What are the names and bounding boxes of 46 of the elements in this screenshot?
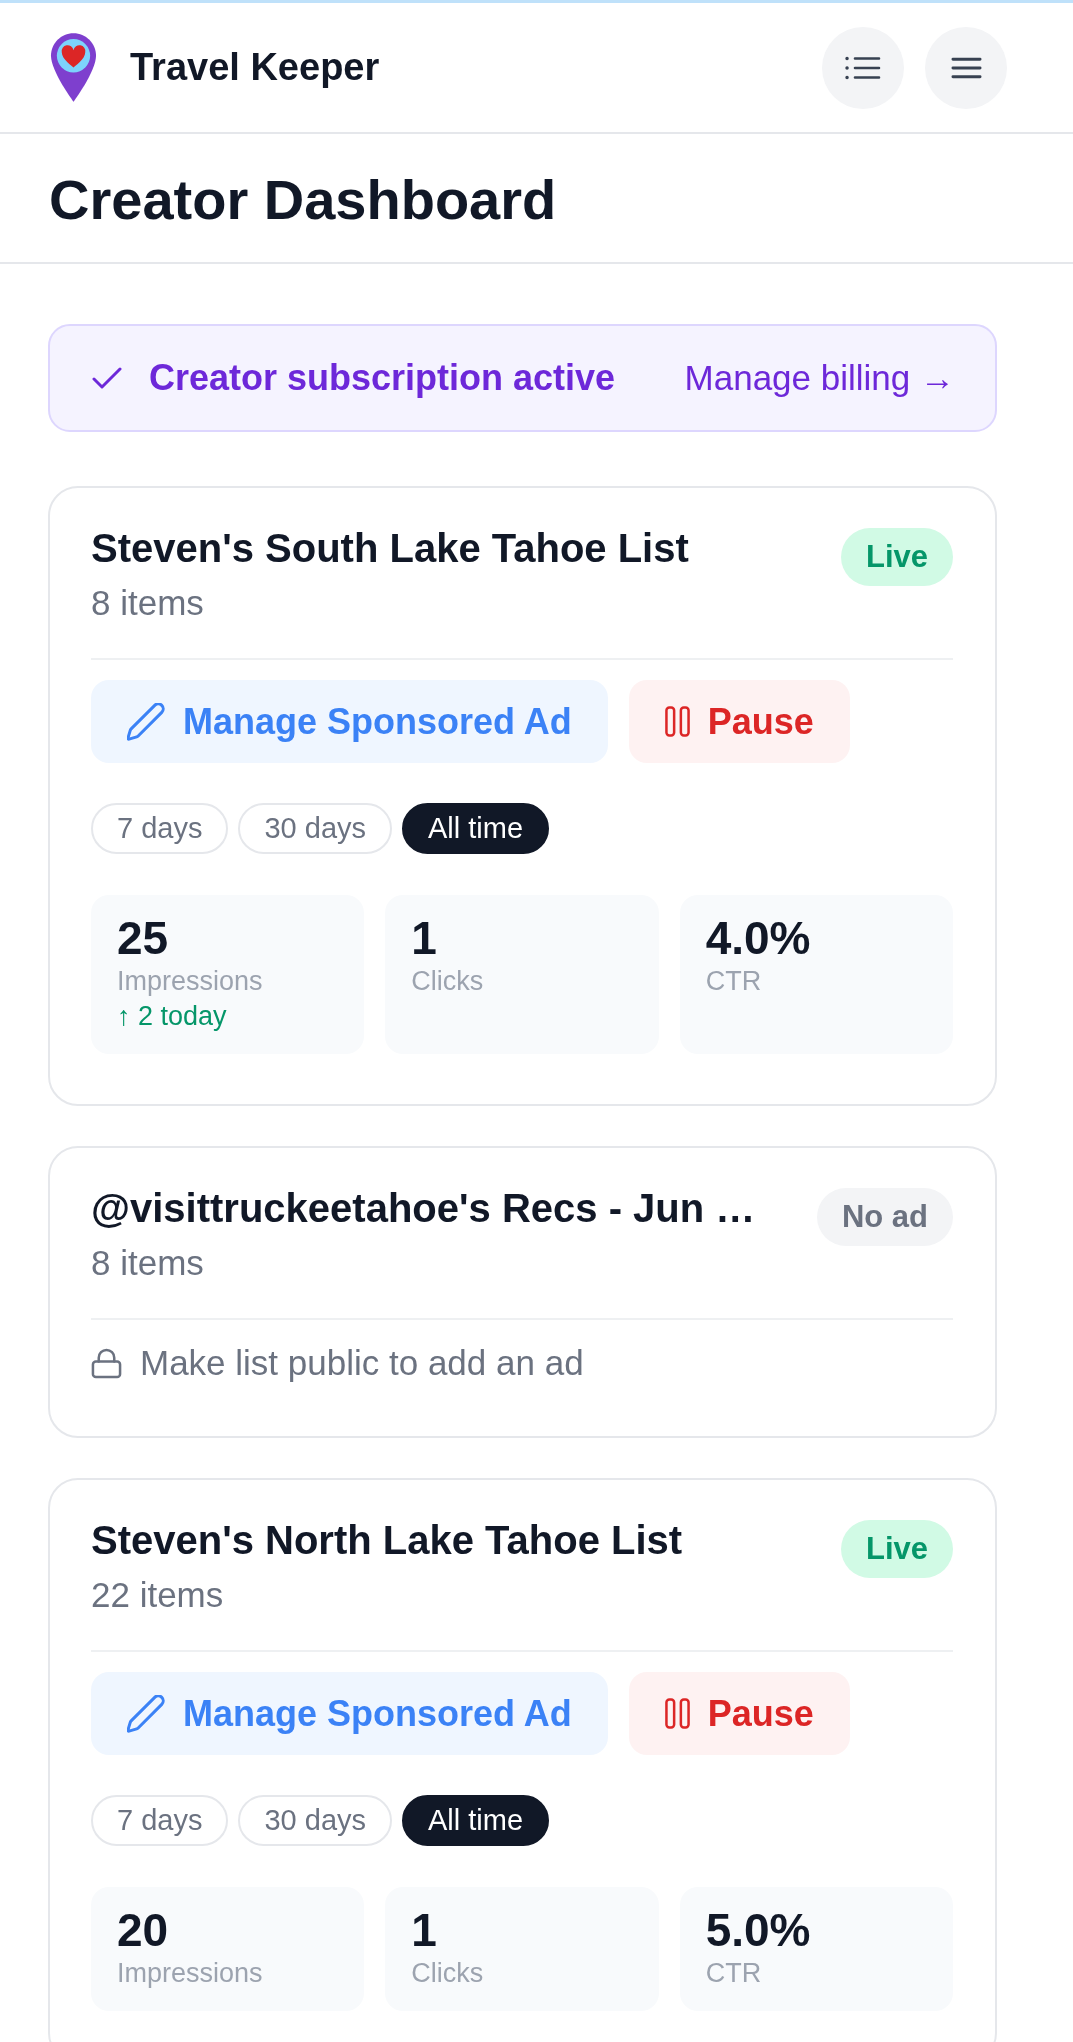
list-icon bbox=[845, 55, 881, 80]
list-title: @visittruckeetahoe's Recs - Jun … bbox=[91, 1185, 757, 1232]
time-range-chip[interactable]: 7 days bbox=[91, 1795, 229, 1846]
lock-notice: Make list public to add an ad bbox=[140, 1342, 584, 1384]
manage-billing-link[interactable]: Manage billing → bbox=[684, 358, 955, 398]
time-range-chip[interactable]: 30 days bbox=[238, 1795, 393, 1846]
app-name: Travel Keeper bbox=[130, 46, 380, 89]
stat-value: 1 bbox=[411, 913, 438, 964]
manage-ad-button[interactable]: Manage Sponsored Ad bbox=[91, 1672, 608, 1755]
pencil-icon bbox=[127, 702, 165, 741]
stat-label: Impressions bbox=[117, 1957, 264, 1990]
list-title: Steven's North Lake Tahoe List bbox=[91, 1517, 684, 1564]
status-badge: No ad bbox=[816, 1188, 953, 1246]
status-badge: Live bbox=[840, 1520, 953, 1578]
time-range-chip[interactable]: 7 days bbox=[91, 803, 229, 854]
pause-icon bbox=[664, 706, 690, 737]
pause-icon bbox=[664, 1698, 690, 1729]
menu-icon bbox=[950, 56, 982, 79]
stat-label: Clicks bbox=[411, 1957, 485, 1990]
pause-button[interactable]: Pause bbox=[628, 1672, 850, 1755]
pause-button[interactable]: Pause bbox=[628, 680, 850, 763]
subscription-status: Creator subscription active bbox=[149, 357, 616, 399]
pencil-icon bbox=[127, 1694, 165, 1733]
stat-value: 5.0% bbox=[705, 1905, 812, 1956]
item-count: 8 items bbox=[91, 582, 205, 624]
stat-value: 25 bbox=[117, 913, 170, 964]
stat-value: 4.0% bbox=[705, 913, 812, 964]
page-title: Creator Dashboard bbox=[49, 167, 558, 233]
list-title: Steven's South Lake Tahoe List bbox=[91, 525, 690, 572]
stat-trend: ↑ 2 today bbox=[117, 1000, 228, 1033]
manage-ad-button[interactable]: Manage Sponsored Ad bbox=[91, 680, 608, 763]
heart-pin-icon bbox=[50, 32, 97, 103]
stat-label: CTR bbox=[705, 1957, 763, 1990]
item-count: 22 items bbox=[91, 1574, 225, 1616]
time-range-chip[interactable]: 30 days bbox=[238, 803, 393, 854]
stat-value: 20 bbox=[117, 1905, 170, 1956]
item-count: 8 items bbox=[91, 1242, 205, 1284]
time-range-chip[interactable]: All time bbox=[402, 1795, 550, 1846]
stat-value: 1 bbox=[411, 1905, 438, 1956]
stat-label: Clicks bbox=[411, 965, 485, 998]
time-range-chip[interactable]: All time bbox=[402, 803, 550, 854]
stat-label: CTR bbox=[705, 965, 763, 998]
status-badge: Live bbox=[840, 528, 953, 586]
check-icon bbox=[92, 366, 122, 390]
stat-label: Impressions bbox=[117, 965, 264, 998]
lock-icon bbox=[91, 1347, 122, 1379]
